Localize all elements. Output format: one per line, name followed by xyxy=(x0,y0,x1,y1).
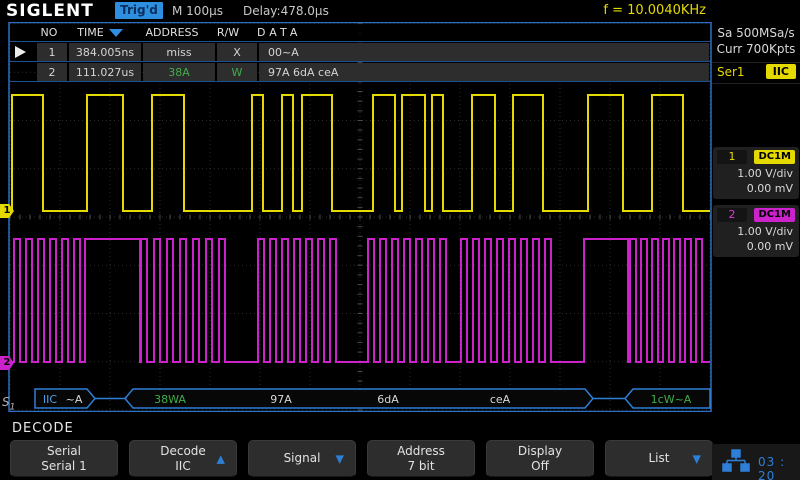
menu-title: DECODE xyxy=(12,421,74,436)
row-no: 2 xyxy=(37,63,67,81)
row-data: 97A 6dA ceA xyxy=(259,63,709,81)
row-no: 1 xyxy=(37,43,67,61)
sort-desc-icon[interactable] xyxy=(108,29,123,37)
frequency-counter: f = 10.0040KHz xyxy=(603,3,706,18)
channel2-coupling-badge[interactable]: DC1M xyxy=(754,208,795,222)
bus-decoded-word: 97A xyxy=(270,393,292,406)
serial-bus-label: S1 xyxy=(2,395,16,413)
softkey-display-button[interactable]: Display Off xyxy=(486,440,594,477)
decode-table-header: NO TIME ADDRESS R/W DATA xyxy=(10,24,710,42)
bus-decoded-word: 1cW~A xyxy=(651,393,692,406)
header-data[interactable]: DATA xyxy=(248,24,710,41)
softkey-address-button[interactable]: Address 7 bit xyxy=(367,440,475,477)
sample-rate: Sa 500MSa/s xyxy=(717,26,795,40)
header-address[interactable]: ADDRESS xyxy=(136,24,208,41)
bus-decoded-word: IIC xyxy=(43,393,57,406)
softkey-menu: DECODE Serial Serial 1 Decode IIC ▲ Sign… xyxy=(0,412,800,480)
table-row[interactable]: 1 384.005ns miss X 00~A xyxy=(10,42,710,61)
softkey-serial-button[interactable]: Serial Serial 1 xyxy=(10,440,118,477)
oscilloscope-screen: IIC ~A 38WA 97A 6dA ceA 1cW~A SIGLENT Trig'd M… xyxy=(0,0,800,480)
header-time[interactable]: TIME xyxy=(64,24,136,41)
channel2-scale: 1.00 V/div xyxy=(737,225,793,238)
bus-frame-segment xyxy=(124,388,594,409)
top-status-bar: SIGLENT Trig'd M 100µs Delay:478.0µs f =… xyxy=(0,0,800,22)
channel1-scale: 1.00 V/div xyxy=(737,167,793,180)
network-icon xyxy=(722,449,750,472)
channel1-info-box[interactable]: 1 DC1M 1.00 V/div 0.00 mV xyxy=(713,147,799,199)
channel1-offset: 0.00 mV xyxy=(746,182,793,195)
channel2-number[interactable]: 2 xyxy=(717,208,747,222)
serial-decode-status[interactable]: Ser1 IIC xyxy=(712,62,800,84)
header-rw[interactable]: R/W xyxy=(208,24,248,41)
row-address: 38A xyxy=(143,63,215,81)
status-corner: 03 : 20 xyxy=(712,444,800,480)
header-marker-col xyxy=(10,24,34,41)
selected-row-marker-cell xyxy=(11,43,35,61)
up-arrow-icon: ▲ xyxy=(216,452,225,465)
channel2-offset: 0.00 mV xyxy=(746,240,793,253)
softkey-signal-button[interactable]: Signal ▼ xyxy=(248,440,356,477)
delay-readout[interactable]: Delay:478.0µs xyxy=(243,4,329,18)
header-no[interactable]: NO xyxy=(34,24,64,41)
down-arrow-icon: ▼ xyxy=(335,452,344,465)
system-clock: 03 : 20 xyxy=(758,455,786,480)
right-sidebar: Sa 500MSa/s Curr 700Kpts Ser1 IIC 1 DC1M… xyxy=(712,0,800,480)
table-row[interactable]: 2 111.027us 38A W 97A 6dA ceA xyxy=(10,62,710,81)
selected-row-arrow-icon xyxy=(15,46,26,58)
row-rw: W xyxy=(217,63,257,81)
softkey-decode-button[interactable]: Decode IIC ▲ xyxy=(129,440,237,477)
channel2-info-box[interactable]: 2 DC1M 1.00 V/div 0.00 mV xyxy=(713,205,799,257)
siglent-logo: SIGLENT xyxy=(6,1,94,21)
row-marker-cell xyxy=(11,63,35,81)
trigger-status-badge[interactable]: Trig'd xyxy=(115,2,163,19)
row-time: 384.005ns xyxy=(69,43,141,61)
bus-decoded-word: ~A xyxy=(66,393,83,406)
bus-decoded-word: 38WA xyxy=(154,393,186,406)
serial-slot-label: Ser1 xyxy=(717,65,745,79)
softkey-list-button[interactable]: List ▼ xyxy=(605,440,713,477)
acquisition-info: Sa 500MSa/s Curr 700Kpts xyxy=(712,25,800,57)
row-data: 00~A xyxy=(259,43,709,61)
memory-depth: Curr 700Kpts xyxy=(716,42,796,56)
serial-protocol-badge: IIC xyxy=(765,64,796,79)
down-arrow-icon: ▼ xyxy=(692,452,701,465)
bus-decoded-word: 6dA xyxy=(377,393,399,406)
channel1-coupling-badge[interactable]: DC1M xyxy=(754,150,795,164)
table-bottom-divider xyxy=(10,81,710,82)
timebase-readout[interactable]: M 100µs xyxy=(172,4,223,18)
channel1-number[interactable]: 1 xyxy=(717,150,747,164)
row-address: miss xyxy=(143,43,215,61)
bus-decoded-word: ceA xyxy=(490,393,511,406)
row-time: 111.027us xyxy=(69,63,141,81)
row-rw: X xyxy=(217,43,257,61)
